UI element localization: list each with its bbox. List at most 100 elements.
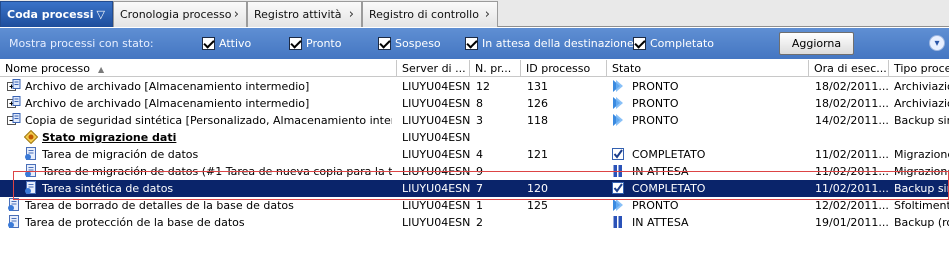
table-row[interactable]: Tarea de migración de datos (#1 Tarea de… [0, 163, 949, 180]
checkbox-checked-icon [289, 37, 302, 50]
completed-icon [612, 181, 624, 195]
column-header-ora-esecuzione[interactable]: Ora di esec... [809, 60, 889, 77]
cell-type: Archiviazion [894, 97, 949, 110]
checkbox-label: Attivo [219, 37, 252, 50]
process-queue-table: Nome processo ▲ Server di ... N. pr... ID… [0, 60, 949, 265]
table-row[interactable]: Copia de seguridad sintética [Personaliz… [0, 112, 949, 129]
job-plus-icon [7, 79, 21, 93]
column-header-nome-processo[interactable]: Nome processo ▲ [0, 60, 397, 77]
table-row[interactable]: Tarea de migración de datos LIUYU04ESN 4 12… [0, 146, 949, 163]
waiting-icon [612, 164, 624, 178]
cell-server: LIUYU04ESN [402, 97, 470, 110]
cell-time: 11/02/2011... [815, 165, 889, 178]
column-header-label: ID processo [526, 62, 591, 75]
chevron-right-icon: › [348, 7, 354, 22]
status-filter-bar: Mostra processi con stato: Attivo Pronto… [0, 28, 949, 59]
column-header-label: Stato [612, 62, 642, 75]
process-name: Tarea sintética de datos [42, 182, 174, 195]
ready-icon [612, 96, 624, 110]
checkbox-checked-icon [202, 37, 215, 50]
cell-server: LIUYU04ESN [402, 131, 470, 144]
tab-label: Coda processi [7, 8, 94, 21]
refresh-button[interactable]: Aggiorna [779, 32, 854, 55]
task-icon [24, 181, 38, 195]
tab-registro-di-controllo[interactable]: Registro di controllo › [362, 1, 498, 27]
cell-type [894, 129, 949, 146]
table-row[interactable]: Tarea de borrado de detalles de la base … [0, 197, 949, 214]
cell-type: Sfoltimento [894, 199, 949, 212]
cell-id [527, 214, 605, 231]
checkbox-attivo[interactable]: Attivo [202, 37, 251, 50]
table-row[interactable]: Archivo de archivado [Almacenamiento int… [0, 95, 949, 112]
cell-server: LIUYU04ESN [402, 114, 470, 127]
table-row[interactable]: Tarea sintética de datos LIUYU04ESN 7 120 11… [0, 180, 949, 197]
checkbox-label: Pronto [306, 37, 342, 50]
process-name: Archivo de archivado [Almacenamiento int… [25, 80, 310, 93]
column-header-id-processo[interactable]: ID processo [521, 60, 607, 77]
checkbox-label: In attesa della destinazione [482, 37, 634, 50]
tab-label: Registro di controllo [369, 8, 479, 21]
checkbox-completato[interactable]: Completato [633, 37, 714, 50]
cell-type: Migrazione [894, 148, 949, 161]
cell-n [476, 129, 520, 146]
column-header-tipo-processo[interactable]: Tipo proces [889, 60, 949, 77]
cell-n: 7 [476, 182, 483, 195]
checkbox-checked-icon [378, 37, 391, 50]
ready-icon [612, 113, 624, 127]
cell-n: 3 [476, 114, 483, 127]
table-row[interactable]: Tarea de protección de la base de datos L… [0, 214, 949, 231]
column-header-server[interactable]: Server di ... [397, 60, 470, 77]
waiting-icon [612, 215, 624, 229]
task-icon [24, 164, 38, 178]
job-plus-icon [7, 96, 21, 110]
process-name: Stato migrazione dati [42, 131, 177, 144]
cell-type: Archiviazion [894, 80, 949, 93]
tab-cronologia-processo[interactable]: Cronologia processo › [113, 1, 247, 27]
cell-id: 118 [527, 114, 548, 127]
column-header-label: Tipo proces [894, 62, 949, 75]
tab-label: Cronologia processo [120, 8, 232, 21]
migration-status-icon [23, 129, 39, 145]
cell-n: 1 [476, 199, 483, 212]
cell-server: LIUYU04ESN [402, 80, 470, 93]
cell-time: 11/02/2011... [815, 182, 889, 195]
cell-id [527, 163, 605, 180]
cell-n: 9 [476, 165, 483, 178]
chevron-right-icon: › [233, 7, 239, 22]
cell-time: 19/01/2011... [815, 216, 889, 229]
process-name: Archivo de archivado [Almacenamiento int… [25, 97, 310, 110]
filter-label: Mostra processi con stato: [9, 37, 154, 50]
cell-id: 125 [527, 199, 548, 212]
cell-type: Backup (rot [894, 216, 949, 229]
cell-n: 8 [476, 97, 483, 110]
process-name: Tarea de borrado de detalles de la base … [25, 199, 294, 212]
process-name: Tarea de migración de datos [42, 148, 199, 161]
completed-icon [612, 147, 624, 161]
cell-n: 2 [476, 216, 483, 229]
cell-server: LIUYU04ESN [402, 148, 470, 161]
checkbox-checked-icon [465, 37, 478, 50]
cell-n: 4 [476, 148, 483, 161]
process-name: Tarea de protección de la base de datos [25, 216, 245, 229]
cell-status: PRONTO [632, 114, 679, 127]
column-header-stato[interactable]: Stato [607, 60, 809, 77]
collapse-chevron-icon[interactable]: ▾ [929, 35, 945, 51]
checkbox-sospeso[interactable]: Sospeso [378, 37, 441, 50]
cell-type: Migrazione [894, 165, 949, 178]
checkbox-in-attesa-destinazione[interactable]: In attesa della destinazione [465, 37, 634, 50]
cell-status: PRONTO [632, 199, 679, 212]
chevron-down-icon: ▽ [96, 8, 105, 21]
cell-id: 121 [527, 148, 548, 161]
cell-status: PRONTO [632, 97, 679, 110]
tab-registro-attivita[interactable]: Registro attività › [247, 1, 362, 27]
cell-time: 18/02/2011... [815, 80, 889, 93]
column-header-n-processo[interactable]: N. pr... [470, 60, 521, 77]
tab-bar: Coda processi ▽ Cronologia processo › Re… [0, 0, 949, 27]
table-row[interactable]: Stato migrazione dati LIUYU04ESN [0, 129, 949, 146]
tab-label: Registro attività [254, 8, 342, 21]
column-header-label: Server di ... [402, 62, 466, 75]
table-row[interactable]: Archivo de archivado [Almacenamiento int… [0, 78, 949, 95]
checkbox-pronto[interactable]: Pronto [289, 37, 341, 50]
sort-ascending-icon: ▲ [97, 65, 105, 74]
tab-coda-processi[interactable]: Coda processi ▽ [0, 1, 113, 27]
